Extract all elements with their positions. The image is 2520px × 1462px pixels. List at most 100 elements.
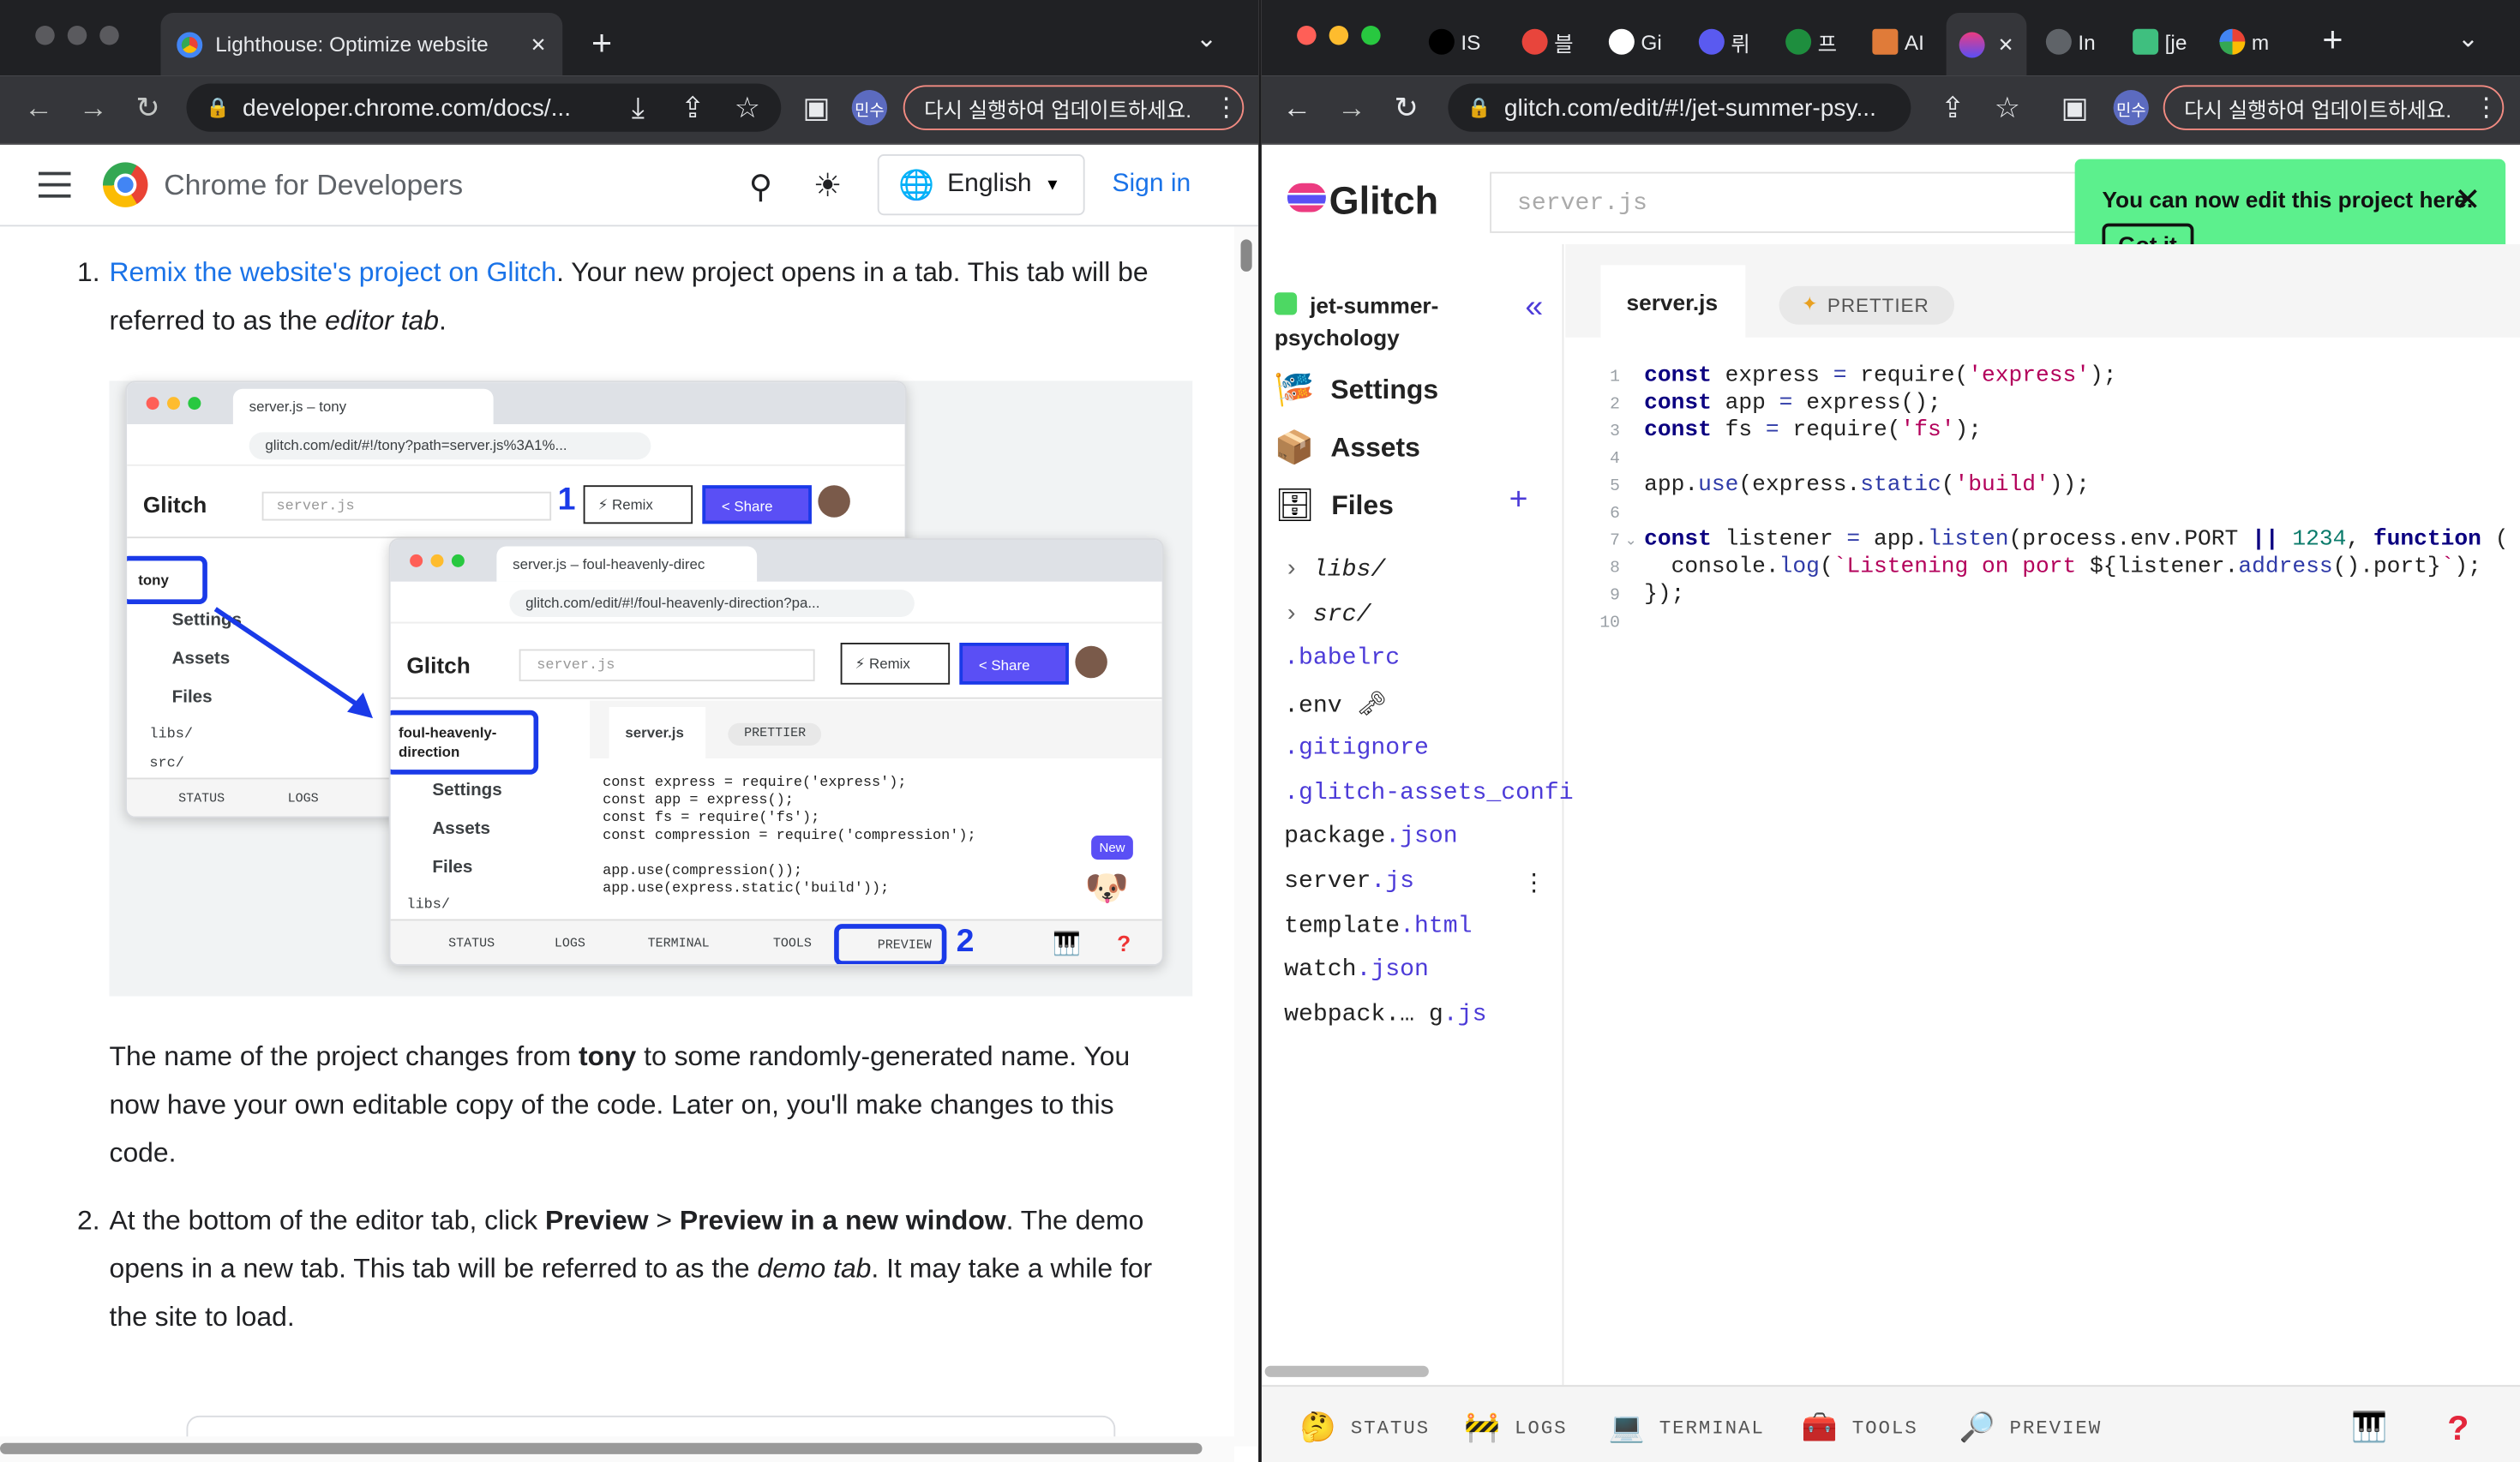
minimize-window-button[interactable] <box>67 26 87 45</box>
tab-glitch-active[interactable]: ✕ <box>1946 13 2027 76</box>
vertical-scrollbar[interactable] <box>1234 226 1259 1447</box>
tools-button[interactable]: 🧰 TOOLS <box>1802 1411 1918 1447</box>
sign-in-link[interactable]: Sign in <box>1113 171 1191 200</box>
code-line-1[interactable]: const express = require('express'); <box>1644 363 2116 389</box>
back-arrow-icon[interactable]: ← <box>1278 92 1317 124</box>
code-line-3[interactable]: const fs = require('fs'); <box>1644 418 1982 444</box>
illustration-front-remix: ⚡ Remix <box>840 643 951 685</box>
install-icon[interactable]: ⤓ <box>619 92 657 124</box>
prettier-button[interactable]: ✦ PRETTIER <box>1779 285 1955 325</box>
menu-dots-icon[interactable]: ⋮ <box>1214 92 1239 124</box>
illustration-front-logs: LOGS <box>554 937 585 951</box>
address-bar[interactable]: 🔒 glitch.com/edit/#!/jet-summer-psy... <box>1448 83 1911 132</box>
profile-avatar[interactable]: 민수 <box>2113 90 2149 126</box>
collapse-sidebar-icon[interactable]: « <box>1525 290 1543 327</box>
close-window-button[interactable] <box>1297 26 1317 45</box>
file-item[interactable]: template.html <box>1284 912 1472 939</box>
share-icon[interactable]: ⇪ <box>674 92 712 124</box>
tab-8[interactable]: In <box>2045 13 2096 71</box>
menu-dots-icon[interactable]: ⋮ <box>2474 92 2499 124</box>
google-favicon-icon <box>2219 28 2246 55</box>
tab-10[interactable]: m <box>2219 13 2269 71</box>
file-item[interactable]: package.json <box>1284 823 1458 850</box>
bookmark-star-icon[interactable]: ☆ <box>728 92 766 124</box>
forward-arrow-icon[interactable]: → <box>74 92 112 124</box>
back-arrow-icon[interactable]: ← <box>20 92 58 124</box>
logs-button[interactable]: 🚧 LOGS <box>1464 1411 1567 1447</box>
folder-item[interactable]: › src/ <box>1284 601 1371 628</box>
file-options-icon[interactable]: ⋮ <box>1522 867 1546 898</box>
code-line-9[interactable]: }); <box>1644 582 1684 608</box>
assets-box-icon: 📦 <box>1274 430 1315 466</box>
status-button[interactable]: 🤔 STATUS <box>1300 1411 1430 1447</box>
close-window-button[interactable] <box>35 26 55 45</box>
keyboard-shortcuts-button[interactable]: 🎹 <box>2351 1411 2389 1447</box>
file-item[interactable]: server.js ⋮ <box>1284 867 1546 898</box>
search-icon[interactable]: ⚲ <box>749 167 772 207</box>
preview-button[interactable]: 🔎 PREVIEW <box>1959 1411 2103 1447</box>
toast-close-icon[interactable]: ✕ <box>2454 180 2481 220</box>
reload-icon[interactable]: ↻ <box>1387 92 1425 124</box>
file-item[interactable]: .env 🗝 <box>1284 690 1387 720</box>
illustration-code-line: const express = require('express'); <box>603 774 907 791</box>
file-item[interactable]: .glitch-assets_confi <box>1284 778 1574 806</box>
share-icon[interactable]: ⇪ <box>1934 92 1972 124</box>
tab-5[interactable]: 프 <box>1785 13 1837 71</box>
file-item[interactable]: webpack.… g.js <box>1284 1001 1486 1028</box>
project-name[interactable]: jet-summer-psychology <box>1275 290 1515 354</box>
side-panel-icon[interactable]: ▣ <box>797 92 836 124</box>
reload-icon[interactable]: ↻ <box>129 92 167 124</box>
code-line-7[interactable]: const listener = app.listen(process.env.… <box>1644 527 2508 553</box>
code-line-5[interactable]: app.use(express.static('build')); <box>1644 472 2090 498</box>
folder-item[interactable]: › libs/ <box>1284 556 1385 584</box>
tab-2[interactable]: 블 <box>1521 13 1574 71</box>
tab-search-chevron-icon[interactable]: ⌄ <box>1196 22 1217 55</box>
settings-item[interactable]: 🎏 Settings <box>1275 369 1438 410</box>
para-a: The name of the project changes from <box>109 1041 579 1072</box>
close-tab-icon[interactable]: ✕ <box>531 33 547 55</box>
files-item[interactable]: 🗄 Files <box>1275 485 1394 525</box>
side-panel-icon[interactable]: ▣ <box>2055 92 2094 124</box>
code-line-8[interactable]: console.log(`Listening on port ${listene… <box>1644 554 2481 580</box>
green-favicon-icon <box>1785 28 1812 55</box>
tab-lighthouse[interactable]: Lighthouse: Optimize website ✕ <box>160 13 563 76</box>
code-line-2[interactable]: const app = express(); <box>1644 391 1941 416</box>
zoom-window-button[interactable] <box>1361 26 1381 45</box>
fold-chevron-icon[interactable]: ⌄ <box>1625 532 1637 550</box>
illustration-step-2: 2 <box>956 924 975 960</box>
sidebar-scrollbar[interactable] <box>1264 1365 1429 1377</box>
add-file-icon[interactable]: + <box>1509 482 1528 519</box>
site-title[interactable]: Chrome for Developers <box>164 169 463 202</box>
file-item[interactable]: .babelrc <box>1284 645 1400 673</box>
bookmark-star-icon[interactable]: ☆ <box>1988 92 2026 124</box>
zoom-window-button[interactable] <box>99 26 119 45</box>
help-button[interactable]: ? <box>2448 1411 2471 1451</box>
tab-search-chevron-icon[interactable]: ⌄ <box>2457 22 2479 55</box>
close-tab-icon[interactable]: ✕ <box>1998 33 2014 55</box>
editor-file-tab[interactable]: server.js <box>1600 265 1746 341</box>
hamburger-menu-icon[interactable] <box>39 171 71 198</box>
language-select[interactable]: 🌐 English ▼ <box>877 154 1085 216</box>
glitch-logo[interactable]: Glitch <box>1329 180 1439 225</box>
minimize-window-button[interactable] <box>1329 26 1349 45</box>
file-search-input[interactable]: server.js <box>1490 171 2117 233</box>
terminal-button[interactable]: 💻 TERMINAL <box>1609 1411 1765 1447</box>
update-button[interactable]: 다시 실행하여 업데이트하세요. <box>2163 85 2505 130</box>
profile-avatar[interactable]: 민수 <box>851 90 887 126</box>
illustration-front-search: server.js <box>519 649 815 681</box>
theme-toggle-sun-icon[interactable]: ☀ <box>813 165 843 206</box>
file-item[interactable]: .gitignore <box>1284 734 1429 761</box>
horizontal-scrollbar[interactable] <box>0 1436 1234 1462</box>
tab-3[interactable]: Gi <box>1608 13 1662 71</box>
tab-4[interactable]: 뤼 <box>1698 13 1750 71</box>
update-button[interactable]: 다시 실행하여 업데이트하세요. <box>903 85 1245 130</box>
tab-9[interactable]: [je <box>2133 13 2187 71</box>
new-tab-button[interactable]: + <box>591 22 612 64</box>
remix-link[interactable]: Remix the website's project on Glitch <box>110 257 557 288</box>
tab-1[interactable]: IS <box>1428 13 1480 71</box>
new-tab-button[interactable]: + <box>2322 20 2343 62</box>
file-item[interactable]: watch.json <box>1284 956 1429 984</box>
assets-item[interactable]: 📦 Assets <box>1275 428 1420 468</box>
tab-6[interactable]: AI <box>1872 13 1924 71</box>
forward-arrow-icon[interactable]: → <box>1332 92 1371 124</box>
